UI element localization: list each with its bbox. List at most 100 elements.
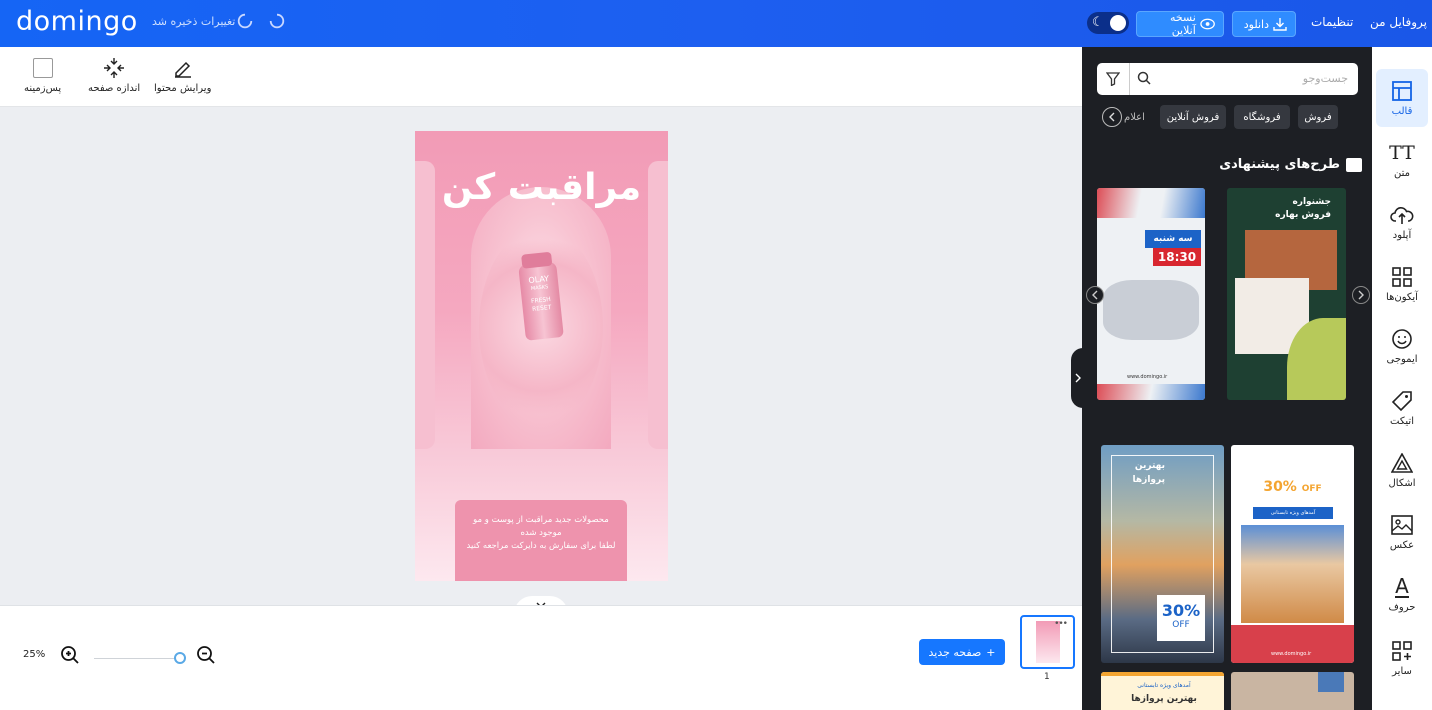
sidebar-item-tag[interactable]: اتیکت bbox=[1376, 379, 1428, 437]
chip-shop[interactable]: فروشگاه bbox=[1234, 105, 1290, 129]
page-number: 1 bbox=[1044, 672, 1050, 682]
editor-toolbar: پس‌زمینه اندازه صفحه ویرایش محتوا bbox=[0, 47, 1082, 107]
template-day-label: سه شنبه bbox=[1145, 230, 1201, 248]
sidebar-item-more[interactable]: سایر bbox=[1376, 629, 1428, 687]
carousel-prev-button[interactable] bbox=[1086, 286, 1104, 304]
sidebar-item-label: آپلود bbox=[1392, 230, 1412, 241]
save-status: تغییرات ذخیره شد bbox=[152, 15, 236, 28]
more-options-icon[interactable]: ••• bbox=[1054, 619, 1068, 629]
profile-link[interactable]: پروفایل من bbox=[1370, 15, 1427, 29]
template-search[interactable]: جست‌وجو bbox=[1097, 63, 1358, 95]
sidebar-item-label: متن bbox=[1394, 168, 1410, 179]
template-card[interactable] bbox=[1231, 672, 1354, 710]
template-card[interactable]: بهترین پروازها 30% OFF bbox=[1101, 445, 1224, 663]
shapes-icon bbox=[1391, 453, 1413, 473]
sidebar-item-upload[interactable]: آپلود bbox=[1376, 193, 1428, 251]
template-card[interactable]: سه شنبه 18:30 www.domingo.ir bbox=[1097, 188, 1205, 400]
new-page-button[interactable]: + صفحه جدید bbox=[919, 639, 1005, 665]
templates-panel: جست‌وجو اعلام فروش آنلاین فروشگاه فروش ط… bbox=[1082, 47, 1372, 710]
sidebar-item-photo[interactable]: عکس bbox=[1376, 503, 1428, 561]
filter-icon bbox=[1106, 72, 1120, 86]
online-version-button[interactable]: نسخه آنلاین bbox=[1136, 11, 1224, 37]
plus-icon: + bbox=[986, 645, 996, 659]
product-image: OLAY MASKS FRESH RESET bbox=[518, 251, 564, 341]
icons-grid-icon bbox=[1392, 267, 1412, 287]
template-card[interactable]: 30% OFF آمدهای ویژه تابستانی www.domingo… bbox=[1231, 445, 1354, 663]
template-title-line-2: فروش بهاره bbox=[1275, 210, 1331, 220]
background-tool-label: پس‌زمینه bbox=[24, 83, 62, 94]
card-line-3: لطفا برای سفارش به دایرکت مراجعه کنید bbox=[466, 541, 616, 551]
download-icon bbox=[1273, 18, 1287, 31]
chip-sale[interactable]: فروش bbox=[1298, 105, 1338, 129]
template-title: جشنواره فروش بهاره bbox=[1241, 196, 1331, 222]
new-page-label: صفحه جدید bbox=[928, 645, 982, 659]
template-card[interactable]: آمدهای ویژه تابستانی بهترین پروازها bbox=[1101, 672, 1224, 710]
upload-icon bbox=[1390, 207, 1414, 224]
page-thumbnail[interactable]: ••• bbox=[1020, 615, 1075, 669]
category-chips: اعلام فروش آنلاین فروشگاه فروش bbox=[1102, 105, 1358, 129]
filter-button[interactable] bbox=[1097, 63, 1130, 95]
sidebar-item-label: قالب bbox=[1391, 106, 1413, 117]
resize-icon bbox=[104, 58, 125, 78]
sidebar-item-templates[interactable]: قالب bbox=[1376, 69, 1428, 127]
background-swatch-icon bbox=[32, 58, 53, 78]
background-tool[interactable]: پس‌زمینه bbox=[24, 57, 61, 94]
settings-link[interactable]: تنظیمات bbox=[1311, 15, 1353, 29]
zoom-out-icon[interactable] bbox=[196, 645, 216, 665]
undo-icon[interactable] bbox=[236, 12, 254, 30]
zoom-value: 25% bbox=[23, 649, 46, 660]
template-desert-photo bbox=[1241, 525, 1344, 623]
design-page[interactable]: OLAY MASKS FRESH RESET مراقبت کن محصولات… bbox=[415, 131, 668, 581]
product-arch-image[interactable]: OLAY MASKS FRESH RESET bbox=[471, 187, 611, 449]
template-url: www.domingo.ir bbox=[1271, 651, 1312, 657]
carousel-next-button[interactable] bbox=[1352, 286, 1370, 304]
more-icon bbox=[1392, 641, 1412, 661]
template-discount: 30% bbox=[1161, 601, 1201, 620]
suggested-section-title: طرح‌های پیشنهادی bbox=[1182, 157, 1362, 172]
tag-icon bbox=[1391, 391, 1412, 412]
chip-online-sale[interactable]: فروش آنلاین bbox=[1160, 105, 1226, 129]
product-cap bbox=[521, 251, 553, 269]
template-footer-band bbox=[1231, 625, 1354, 663]
chevron-left-icon bbox=[1109, 112, 1115, 122]
sidebar-item-letters[interactable]: A حروف bbox=[1376, 565, 1428, 623]
card-line-2: موجود شده bbox=[520, 528, 562, 538]
canvas-area: OLAY MASKS FRESH RESET مراقبت کن محصولات… bbox=[0, 107, 1082, 614]
zoom-slider-thumb[interactable] bbox=[174, 652, 186, 664]
template-subtitle: آمدهای ویژه تابستانی bbox=[1137, 682, 1191, 689]
page-size-tool[interactable]: اندازه صفحه bbox=[88, 57, 140, 94]
template-band: آمدهای ویژه تابستانی bbox=[1253, 507, 1333, 519]
template-discount-value: 30% bbox=[1263, 479, 1297, 495]
chips-prev-button[interactable] bbox=[1102, 107, 1122, 127]
card-line-1: محصولات جدید مراقبت از پوست و مو bbox=[473, 515, 609, 525]
toggle-knob bbox=[1110, 15, 1126, 31]
template-title: بهترین پروازها bbox=[1131, 694, 1197, 704]
eye-icon bbox=[1200, 18, 1215, 30]
zoom-in-icon[interactable] bbox=[60, 645, 80, 665]
chevron-right-icon bbox=[1358, 290, 1364, 300]
sidebar-item-shapes[interactable]: اشکال bbox=[1376, 441, 1428, 499]
sidebar: قالب TT متن آپلود آیکون‌ها ایموجی اتیکت … bbox=[1372, 47, 1432, 710]
theme-toggle[interactable]: ☾ bbox=[1087, 12, 1129, 34]
sidebar-item-text[interactable]: TT متن bbox=[1376, 131, 1428, 189]
logo[interactable]: domingo bbox=[16, 6, 138, 37]
pencil-icon bbox=[174, 61, 191, 78]
design-headline[interactable]: مراقبت کن bbox=[415, 167, 668, 208]
design-text-card[interactable]: محصولات جدید مراقبت از پوست و مو موجود ش… bbox=[455, 500, 627, 581]
template-title-line-1: جشنواره bbox=[1292, 197, 1331, 207]
search-input[interactable]: جست‌وجو bbox=[1303, 72, 1348, 85]
template-title-line-1: بهترین bbox=[1134, 461, 1165, 471]
sidebar-item-label: عکس bbox=[1389, 540, 1415, 551]
zoom-slider[interactable] bbox=[94, 652, 186, 664]
download-button[interactable]: دانلود bbox=[1232, 11, 1296, 37]
emoji-icon bbox=[1392, 329, 1412, 349]
template-card[interactable]: جشنواره فروش بهاره bbox=[1227, 188, 1346, 400]
redo-icon[interactable] bbox=[268, 12, 286, 30]
template-discount-sub: OFF bbox=[1301, 484, 1322, 494]
edit-content-tool[interactable]: ویرایش محتوا bbox=[154, 57, 211, 94]
chip-ad[interactable]: اعلام bbox=[1124, 105, 1154, 129]
sidebar-item-label: اشکال bbox=[1388, 478, 1416, 489]
sidebar-item-label: سایر bbox=[1392, 666, 1412, 677]
sidebar-item-icons[interactable]: آیکون‌ها bbox=[1376, 255, 1428, 313]
sidebar-item-emoji[interactable]: ایموجی bbox=[1376, 317, 1428, 375]
